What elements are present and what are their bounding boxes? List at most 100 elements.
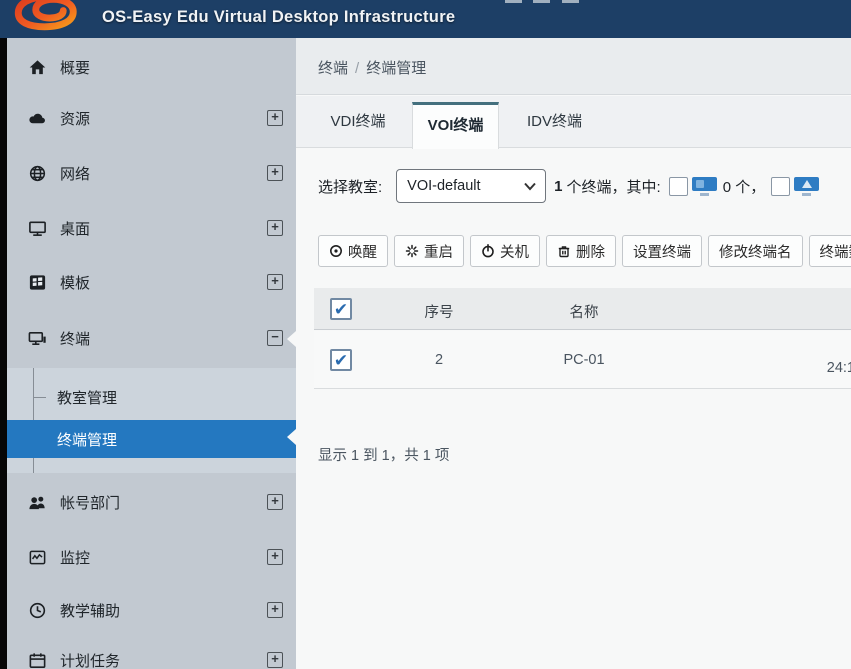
rename-terminal-button[interactable]: 修改终端名 [708,235,803,267]
sidebar-item-accounts[interactable]: 帐号部门 + [7,482,296,522]
expand-icon[interactable]: + [267,110,283,126]
sidebar-item-label: 教学辅助 [60,600,120,621]
expand-icon[interactable]: + [267,494,283,510]
terminal-data-button[interactable]: 终端数据 [809,235,851,267]
terminal-data-label: 终端数据 [820,241,851,262]
column-header-name: 名称 [524,301,644,322]
row-checkbox[interactable]: ✔ [330,349,352,371]
status-filter-checkbox-2[interactable] [771,177,790,196]
cell-mac-partial: 24:1 [827,360,851,376]
expand-icon[interactable]: + [267,549,283,565]
sidebar-item-network[interactable]: 网络 + [7,153,296,193]
app-window: OS-Easy Edu Virtual Desktop Infrastructu… [0,0,851,669]
pagination-summary: 显示 1 到 1，共 1 项 [318,444,449,465]
classroom-select[interactable]: VOI-default [396,169,546,203]
set-terminal-button[interactable]: 设置终端 [622,235,702,267]
sidebar-item-resources[interactable]: 资源 + [7,98,296,138]
sidebar-item-label: 终端 [60,328,90,349]
delete-button[interactable]: 删除 [546,235,616,267]
tab-vdi-terminal[interactable]: VDI终端 [318,96,398,148]
cell-name: PC-01 [524,352,644,368]
os-easy-logo-icon [8,0,86,33]
sidebar-subitem-terminal-mgmt[interactable]: 终端管理 [7,420,296,458]
sidebar-item-monitoring[interactable]: 监控 + [7,537,296,577]
left-edge-strip [0,38,7,669]
wake-label: 唤醒 [348,241,377,262]
cutoff-glyph [562,0,579,3]
breadcrumb-terminal[interactable]: 终端 [318,60,348,77]
column-header-seq: 序号 [394,301,484,322]
calendar-icon [28,651,47,669]
cell-seq: 2 [394,352,484,368]
terminal-status-on-icon [794,177,819,196]
breadcrumb-bar: 终端 / 终端管理 [296,38,851,95]
expand-icon[interactable]: + [267,274,283,290]
sidebar-item-template[interactable]: 模板 + [7,262,296,302]
sidebar-item-label: 监控 [60,547,90,568]
selected-group-notch [287,331,296,347]
users-icon [28,493,47,512]
sidebar-item-label: 计划任务 [60,650,120,669]
shutdown-label: 关机 [500,241,529,262]
restart-button[interactable]: 重启 [394,235,464,267]
classroom-selected-option: VOI-default [407,178,480,194]
classroom-select-label: 选择教室: [318,176,382,197]
sidebar-item-label: 概要 [60,57,90,78]
expand-icon[interactable]: + [267,652,283,668]
rename-terminal-label: 修改终端名 [719,241,792,262]
home-icon [28,58,47,77]
desktop-icon [28,219,47,238]
app-header: OS-Easy Edu Virtual Desktop Infrastructu… [0,0,851,38]
trash-icon [557,244,571,258]
wake-button[interactable]: 唤醒 [318,235,388,267]
restart-icon [405,244,419,258]
clock-icon [28,601,47,620]
tab-voi-terminal[interactable]: VOI终端 [412,102,499,149]
sidebar-item-label: 网络 [60,163,90,184]
restart-label: 重启 [424,241,453,262]
sidebar-item-label: 模板 [60,272,90,293]
expand-icon[interactable]: + [267,165,283,181]
main-content: 终端 / 终端管理 VDI终端 VOI终端 IDV终端 选择教室: VOI-defa… [296,38,851,669]
set-terminal-label: 设置终端 [633,241,691,262]
breadcrumb-separator: / [355,60,359,77]
monitor-chart-icon [28,548,47,567]
status-count-1: 0 个， [723,176,766,197]
expand-icon[interactable]: + [267,220,283,236]
status-filter-checkbox-1[interactable] [669,177,688,196]
subitem-label: 终端管理 [57,429,117,450]
collapse-icon[interactable]: − [267,330,283,346]
terminal-icon [28,329,47,348]
breadcrumb-terminal-mgmt: 终端管理 [366,60,426,77]
classroom-filter-row: 选择教室: VOI-default 1 个终端，其中: 0 个， [318,166,851,206]
cutoff-glyph [505,0,522,3]
app-title: OS-Easy Edu Virtual Desktop Infrastructu… [102,8,455,27]
globe-icon [28,164,47,183]
template-icon [28,273,47,292]
terminal-count: 1 [554,178,562,195]
tab-idv-terminal[interactable]: IDV终端 [512,96,597,148]
sidebar-subitem-classroom-mgmt[interactable]: 教室管理 [7,382,296,412]
expand-icon[interactable]: + [267,602,283,618]
terminal-toolbar: 唤醒 重启 关机 删除 设置终端 [318,235,851,267]
sidebar-item-terminal[interactable]: 终端 − [7,318,296,358]
select-all-checkbox[interactable]: ✔ [330,298,352,320]
wake-icon [329,244,343,258]
terminal-submenu: 教室管理 终端管理 [7,368,296,473]
shutdown-button[interactable]: 关机 [470,235,540,267]
breadcrumb: 终端 / 终端管理 [318,57,426,78]
selected-item-notch [287,429,296,445]
power-icon [481,244,495,258]
sidebar-item-overview[interactable]: 概要 [7,47,296,87]
sidebar-item-scheduled-tasks[interactable]: 计划任务 + [7,640,296,669]
chevron-down-icon [524,182,536,191]
sidebar-item-label: 桌面 [60,218,90,239]
table-header-row: ✔ 序号 名称 [314,288,851,330]
sidebar-item-teaching-aid[interactable]: 教学辅助 + [7,590,296,630]
sidebar-item-desktop[interactable]: 桌面 + [7,208,296,248]
sidebar-item-label: 帐号部门 [60,492,120,513]
subitem-label: 教室管理 [57,387,117,408]
terminal-count-text: 个终端，其中: [567,176,661,197]
delete-label: 删除 [576,241,605,262]
sidebar-item-label: 资源 [60,108,90,129]
